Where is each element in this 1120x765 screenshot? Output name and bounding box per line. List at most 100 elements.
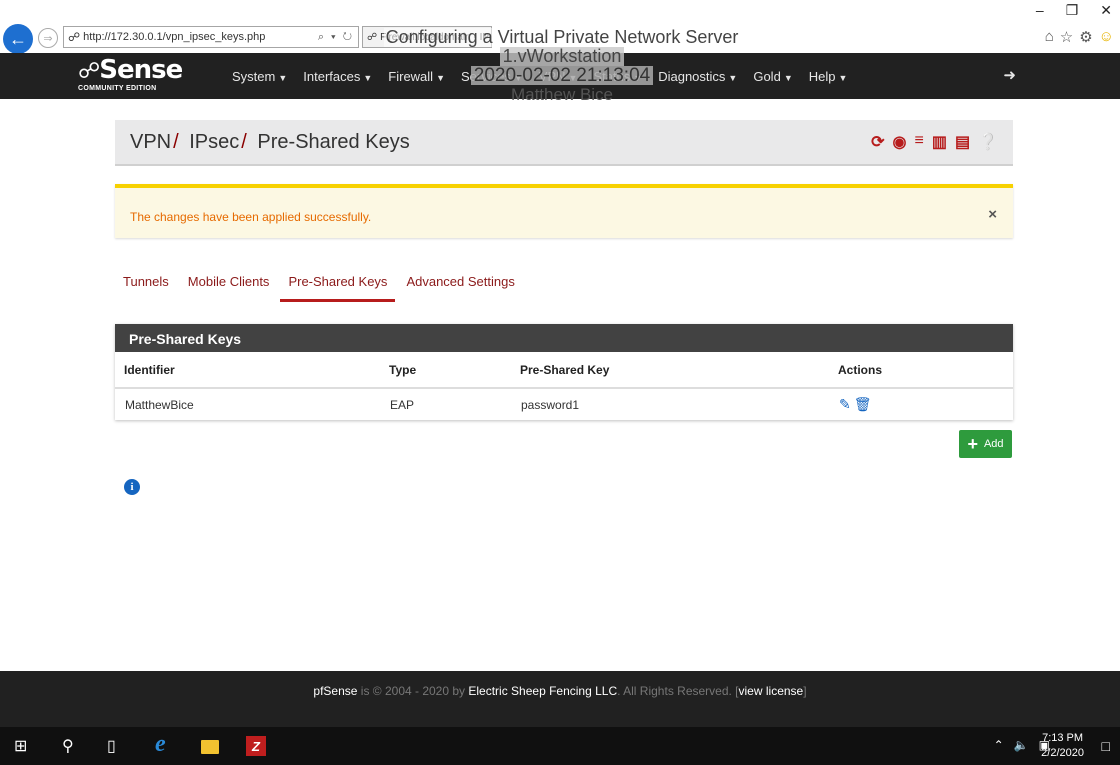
smiley-icon[interactable]: ☺ (1099, 28, 1114, 46)
minimize-button[interactable]: – (1036, 2, 1044, 19)
file-explorer-icon[interactable] (201, 740, 219, 754)
close-icon[interactable]: × (988, 206, 997, 223)
address-url[interactable]: http://172.30.0.1/vpn_ipsec_keys.php (83, 31, 318, 43)
success-alert: The changes have been applied successful… (115, 184, 1013, 238)
search-icon[interactable]: ⚲ (62, 736, 74, 756)
notifications-icon[interactable]: □ (1102, 738, 1110, 754)
browser-toolbar: ← ⇒ ☍ http://172.30.0.1/vpn_ipsec_keys.p… (0, 0, 1120, 54)
log-icon[interactable]: ▤ (955, 132, 970, 152)
settings-sliders-icon[interactable]: ≡ (914, 132, 923, 152)
footer-license-link[interactable]: view license (739, 684, 804, 698)
task-view-icon[interactable]: ▯ (107, 736, 116, 756)
menu-vpn[interactable]: VPN ▼ (539, 69, 578, 84)
star-icon[interactable]: ☆ (1060, 28, 1073, 46)
caret-down-icon: ▼ (278, 73, 288, 83)
address-bar[interactable]: ☍ http://172.30.0.1/vpn_ipsec_keys.php ⌕… (63, 26, 359, 48)
logo-subtitle: COMMUNITY EDITION (78, 85, 157, 92)
caret-down-icon: ▼ (513, 73, 523, 83)
close-window-button[interactable]: ✕ (1100, 2, 1112, 19)
footer-rights: . All Rights Reserved. [ (617, 684, 739, 698)
internet-explorer-icon[interactable]: e (155, 731, 166, 758)
menu-gold[interactable]: Gold ▼ (753, 69, 792, 84)
plus-icon: + (967, 434, 978, 454)
alert-message: The changes have been applied successful… (130, 210, 372, 224)
clock-date: 2/2/2020 (1041, 747, 1084, 759)
keys-panel: Pre-Shared Keys Identifier Type Pre-Shar… (115, 324, 1013, 420)
caret-down-icon: ▼ (633, 73, 643, 83)
browser-toolbar-icons: ⌂ ☆ ⚙ ☺ (1045, 28, 1114, 46)
browser-tab[interactable]: ☍ Firewall.localdomain - IPs × (362, 26, 492, 48)
breadcrumb-ipsec[interactable]: IPsec (189, 131, 239, 153)
breadcrumb-vpn[interactable]: VPN (130, 131, 171, 153)
page-header: VPN / IPsec / Pre-Shared Keys ⟳ ◉ ≡ ▥ ▤ ❔ (115, 120, 1013, 166)
breadcrumb-pre-shared-keys[interactable]: Pre-Shared Keys (257, 131, 409, 153)
menu-diagnostics[interactable]: Diagnostics ▼ (658, 69, 737, 84)
volume-muted-icon[interactable]: 🔈 (1014, 738, 1029, 752)
home-icon[interactable]: ⌂ (1045, 28, 1054, 46)
windows-start-icon[interactable]: ⊞ (14, 736, 27, 756)
back-arrow-icon[interactable]: ← (3, 24, 33, 54)
tab-tunnels[interactable]: Tunnels (115, 272, 177, 302)
edit-pencil-icon[interactable]: ✎ (839, 396, 851, 413)
caret-down-icon: ▼ (568, 73, 578, 83)
caret-down-icon: ▼ (436, 73, 445, 83)
tab-mobile-clients[interactable]: Mobile Clients (180, 272, 278, 302)
menu-interfaces[interactable]: Interfaces ▼ (303, 69, 372, 84)
restore-button[interactable]: ❐ (1066, 2, 1079, 19)
cell-type: EAP (390, 397, 415, 412)
restart-icon[interactable]: ⟳ (871, 132, 884, 152)
help-icon[interactable]: ❔ (978, 132, 998, 152)
caret-down-icon: ▼ (363, 73, 373, 83)
header-actions: ⟳ ◉ ≡ ▥ ▤ ❔ (871, 132, 998, 152)
trash-icon[interactable]: 🗑 (854, 396, 872, 413)
clock-time: 7:13 PM (1042, 732, 1084, 744)
page-footer: pfSense is © 2004 - 2020 by Electric She… (0, 671, 1120, 727)
stop-icon[interactable]: ◉ (893, 132, 907, 152)
logo-text: Sense (99, 55, 183, 85)
tab-title: Firewall.localdomain - IPs (380, 31, 492, 43)
tab-advanced-settings[interactable]: Advanced Settings (398, 272, 522, 302)
tab-favicon-icon: ☍ (367, 31, 378, 43)
clock[interactable]: 7:13 PM 2/2/2020 (1041, 731, 1084, 761)
footer-copyright: is © 2004 - 2020 by (357, 684, 469, 698)
breadcrumb: VPN / IPsec / Pre-Shared Keys (130, 131, 410, 153)
pfsense-favicon-icon: ☍ (68, 30, 81, 44)
footer-bracket: ] (803, 684, 807, 698)
header-identifier: Identifier (115, 352, 380, 389)
main-menu: System ▼ Interfaces ▼ Firewall ▼ Services ▼ … (232, 69, 863, 84)
caret-down-icon: ▼ (838, 73, 848, 83)
menu-firewall[interactable]: Firewall ▼ (388, 69, 445, 84)
header-pre-shared-key: Pre-Shared Key (511, 352, 829, 389)
top-navbar: ☍Sense COMMUNITY EDITION System ▼ Interfa… (0, 53, 1120, 99)
window-controls: – ❐ ✕ (1036, 2, 1112, 19)
ipsec-tabs: Tunnels Mobile Clients Pre-Shared Keys A… (115, 272, 526, 302)
tab-pre-shared-keys[interactable]: Pre-Shared Keys (280, 272, 396, 302)
panel-title: Pre-Shared Keys (115, 324, 1013, 352)
forward-arrow-icon[interactable]: ⇒ (38, 28, 58, 48)
cell-actions: ✎ 🗑 (829, 388, 1013, 420)
chevron-up-icon[interactable]: ⌃ (994, 738, 1004, 752)
pfsense-logo[interactable]: ☍Sense COMMUNITY EDITION (78, 55, 183, 92)
logo-pf-icon: ☍ (78, 59, 100, 84)
add-button[interactable]: + Add (959, 430, 1012, 458)
footer-brand: pfSense (313, 684, 358, 698)
footer-text: pfSense is © 2004 - 2020 by Electric She… (0, 684, 1120, 698)
cell-identifier: MatthewBice (125, 397, 194, 412)
chart-icon[interactable]: ▥ (932, 132, 947, 152)
table-row: MatthewBice EAP password1 ✎ 🗑 (115, 388, 1013, 420)
add-button-label: Add (983, 438, 1004, 450)
menu-services[interactable]: Services ▼ (461, 69, 523, 84)
keys-table: Identifier Type Pre-Shared Key Actions M… (115, 352, 1013, 420)
address-actions[interactable]: ⌕ ▾ ↻ (318, 31, 354, 44)
menu-system[interactable]: System ▼ (232, 69, 287, 84)
caret-down-icon: ▼ (783, 73, 793, 83)
header-actions: Actions (829, 352, 1013, 389)
footer-company-link[interactable]: Electric Sheep Fencing LLC (468, 684, 617, 698)
gear-icon[interactable]: ⚙ (1079, 28, 1092, 46)
cell-key: password1 (521, 397, 580, 412)
menu-status[interactable]: Status ▼ (593, 69, 642, 84)
logout-icon[interactable]: ➜ (1003, 66, 1016, 84)
info-icon[interactable]: i (124, 479, 140, 495)
menu-help[interactable]: Help ▼ (809, 69, 848, 84)
filezilla-icon[interactable]: Z (246, 736, 266, 756)
